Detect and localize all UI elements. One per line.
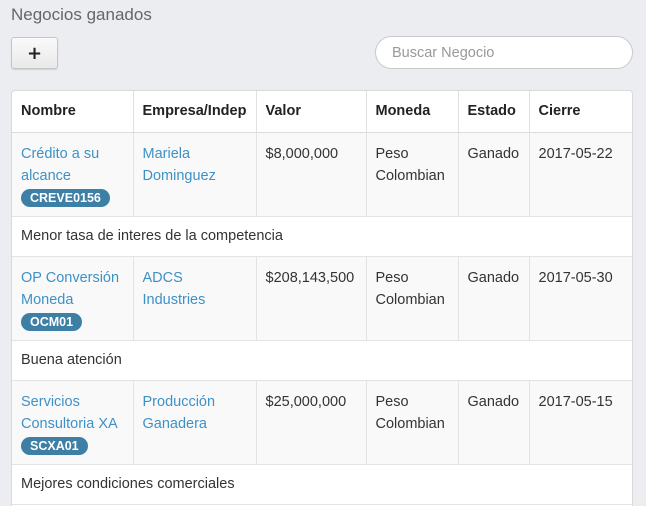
deal-name-link[interactable]: OP Conversión Moneda — [21, 270, 119, 308]
currency-cell: Peso Colombian — [366, 380, 459, 465]
column-header-nombre: Nombre — [12, 91, 134, 133]
deal-note: Menor tasa de interes de la competencia — [12, 216, 632, 257]
currency-cell: Peso Colombian — [366, 132, 459, 217]
column-header-estado: Estado — [458, 91, 530, 133]
deal-name-link[interactable]: Crédito a su alcance — [21, 146, 99, 184]
deal-note-row: Buena atención — [12, 340, 632, 381]
company-link[interactable]: ADCS Industries — [143, 270, 206, 308]
deal-name-cell: OP Conversión Moneda OCM01 — [12, 256, 134, 341]
value-cell: $208,143,500 — [256, 256, 367, 341]
company-link[interactable]: Producción Ganadera — [143, 394, 216, 432]
status-cell: Ganado — [458, 132, 530, 217]
deal-code-badge: CREVE0156 — [21, 188, 110, 207]
deal-name-cell: Servicios Consultoria XA SCXA01 — [12, 380, 134, 465]
deal-code-badge: OCM01 — [21, 312, 83, 331]
status-cell: Ganado — [458, 380, 530, 465]
column-header-empresa: Empresa/Indep — [133, 91, 257, 133]
table-header-row: Nombre Empresa/Indep Valor Moneda Estado… — [12, 91, 632, 133]
close-date-cell: 2017-05-15 — [529, 380, 632, 465]
currency-cell: Peso Colombian — [366, 256, 459, 341]
search-input[interactable] — [375, 36, 633, 69]
company-link[interactable]: Mariela Dominguez — [143, 146, 216, 184]
company-cell: Mariela Dominguez — [133, 132, 257, 217]
deal-code-badge: SCXA01 — [21, 436, 88, 455]
deal-note-row: Menor tasa de interes de la competencia — [12, 216, 632, 257]
status-cell: Ganado — [458, 256, 530, 341]
close-date-cell: 2017-05-22 — [529, 132, 632, 217]
value-cell: $8,000,000 — [256, 132, 367, 217]
deal-note: Buena atención — [12, 340, 632, 381]
column-header-moneda: Moneda — [366, 91, 459, 133]
page-title: Negocios ganados — [11, 5, 152, 24]
company-cell: ADCS Industries — [133, 256, 257, 341]
deals-table: Nombre Empresa/Indep Valor Moneda Estado… — [11, 90, 633, 506]
table-row: OP Conversión Moneda OCM01 ADCS Industries… — [12, 256, 632, 341]
deal-name-cell: Crédito a su alcance CREVE0156 — [12, 132, 134, 217]
deal-note: Mejores condiciones comerciales — [12, 464, 632, 505]
column-header-valor: Valor — [256, 91, 367, 133]
table-row: Crédito a su alcance CREVE0156 Mariela Dom… — [12, 132, 632, 217]
add-deal-button[interactable]: + — [11, 37, 58, 69]
company-cell: Producción Ganadera — [133, 380, 257, 465]
value-cell: $25,000,000 — [256, 380, 367, 465]
deal-note-row: Mejores condiciones comerciales — [12, 464, 632, 505]
column-header-cierre: Cierre — [529, 91, 632, 133]
table-row: Servicios Consultoria XA SCXA01 Producció… — [12, 380, 632, 465]
deal-name-link[interactable]: Servicios Consultoria XA — [21, 394, 118, 432]
close-date-cell: 2017-05-30 — [529, 256, 632, 341]
